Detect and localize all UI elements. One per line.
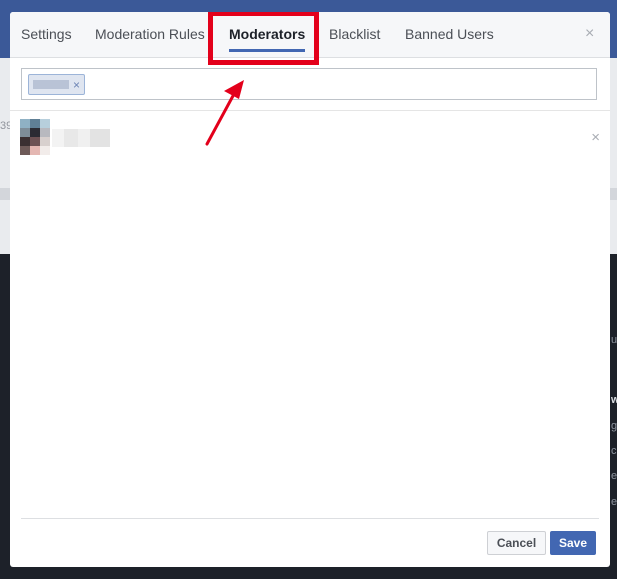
tab-settings[interactable]: Settings <box>21 12 72 58</box>
tab-blacklist[interactable]: Blacklist <box>329 12 380 58</box>
moderator-list-item: × <box>20 119 600 159</box>
remove-token-icon[interactable]: × <box>73 76 80 94</box>
moderator-search-input[interactable]: × <box>21 68 597 100</box>
selected-user-token[interactable]: × <box>28 74 85 95</box>
moderator-name-redacted <box>52 129 110 147</box>
save-button[interactable]: Save <box>550 531 596 555</box>
background-text-fragment: g <box>611 420 617 432</box>
moderation-dialog: Settings Moderation Rules Moderators Bla… <box>10 12 610 567</box>
background-text-fragment: ws <box>611 394 617 406</box>
token-name-redacted <box>33 80 69 89</box>
avatar <box>20 119 50 155</box>
background-text-fragment: co <box>611 445 617 457</box>
tab-banned-users[interactable]: Banned Users <box>405 12 494 58</box>
background-text-fragment: ed <box>611 496 617 508</box>
divider <box>10 110 610 111</box>
footer-divider <box>21 518 599 519</box>
background-text-fragment: u <box>611 334 617 346</box>
background-text-fragment: ec <box>611 470 617 482</box>
tab-moderation-rules[interactable]: Moderation Rules <box>95 12 205 58</box>
annotation-highlight-box <box>208 12 319 65</box>
remove-moderator-icon[interactable]: × <box>591 129 600 147</box>
cancel-button[interactable]: Cancel <box>487 531 546 555</box>
close-icon[interactable]: × <box>585 24 594 44</box>
